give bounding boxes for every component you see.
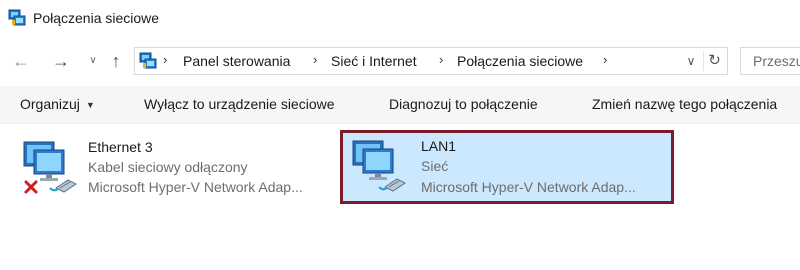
connection-item-lan1[interactable]: LAN1 Sieć Microsoft Hyper-V Network Adap… — [340, 130, 674, 204]
connection-item-ethernet-3[interactable]: Ethernet 3 Kabel sieciowy odłączony Micr… — [8, 130, 338, 202]
search-box[interactable] — [740, 47, 800, 75]
diagnose-connection-button[interactable]: Diagnozuj to połączenie — [389, 96, 538, 112]
command-bar: Organizuj ▼ Wyłącz to urządzenie sieciowe… — [0, 86, 800, 124]
refresh-icon: ↻ — [708, 52, 721, 69]
arrow-up-icon: ↑ — [111, 51, 121, 71]
connection-device: Microsoft Hyper-V Network Adap... — [421, 179, 636, 195]
connection-status: Kabel sieciowy odłączony — [88, 159, 248, 175]
network-adapter-icon — [352, 140, 406, 192]
address-history-button[interactable]: ∨ — [681, 51, 701, 71]
connection-status: Sieć — [421, 158, 449, 174]
organize-label: Organizuj — [20, 96, 80, 112]
connection-device: Microsoft Hyper-V Network Adap... — [88, 179, 303, 195]
search-input[interactable] — [741, 48, 800, 74]
disable-device-button[interactable]: Wyłącz to urządzenie sieciowe — [144, 96, 335, 112]
address-bar[interactable]: › Panel sterowania › Sieć i Internet › P… — [134, 47, 728, 75]
breadcrumb-separator-icon[interactable]: › — [163, 52, 167, 67]
caret-down-icon: ▼ — [85, 100, 95, 111]
refresh-button[interactable]: ↻ — [703, 51, 725, 71]
recent-locations-button[interactable]: ∨ — [82, 51, 104, 71]
breadcrumb-network-connections[interactable]: Połączenia sieciowe — [457, 53, 583, 69]
breadcrumb-separator-icon[interactable]: › — [439, 52, 443, 67]
network-adapter-disconnected-icon — [23, 141, 77, 194]
title-bar: Połączenia sieciowe — [0, 0, 800, 36]
arrow-left-icon: ← — [12, 51, 30, 71]
navigation-row: ← → ∨ ↑ › Panel sterowania › Sieć i Inte… — [0, 44, 800, 78]
rename-connection-button[interactable]: Zmień nazwę tego połączenia — [592, 96, 777, 112]
organize-menu-button[interactable]: Organizuj ▼ — [20, 96, 95, 112]
connection-name: LAN1 — [421, 138, 457, 154]
network-connections-icon — [8, 9, 26, 26]
window-title: Połączenia sieciowe — [33, 10, 160, 26]
up-button[interactable]: ↑ — [105, 51, 127, 71]
breadcrumb-control-panel[interactable]: Panel sterowania — [183, 53, 290, 69]
breadcrumb-separator-icon[interactable]: › — [603, 52, 607, 67]
chevron-down-icon: ∨ — [686, 54, 696, 68]
connection-name: Ethernet 3 — [88, 139, 153, 155]
breadcrumb-network-internet[interactable]: Sieć i Internet — [331, 53, 417, 69]
control-panel-icon — [139, 52, 157, 69]
forward-button[interactable]: → — [50, 51, 72, 71]
arrow-right-icon: → — [52, 51, 70, 71]
breadcrumb-separator-icon[interactable]: › — [313, 52, 317, 67]
back-button[interactable]: ← — [10, 51, 32, 71]
chevron-down-icon: ∨ — [89, 55, 97, 66]
